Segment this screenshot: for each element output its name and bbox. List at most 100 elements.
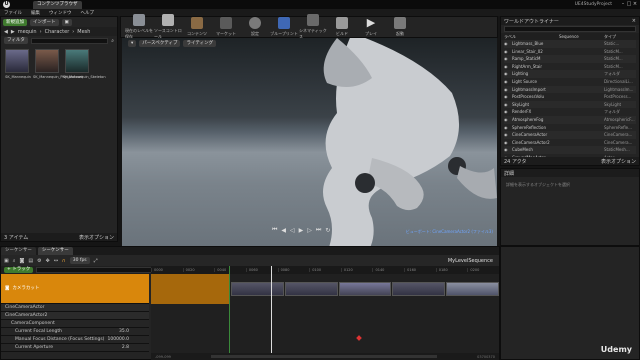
keyframe[interactable] (356, 335, 362, 341)
import-button[interactable]: インポート (30, 18, 59, 26)
asset-tile[interactable]: SK_Mannequin_Skeleton (63, 47, 106, 79)
column-header-label[interactable]: ラベル (504, 34, 559, 40)
menu-item-help[interactable]: ヘルプ (81, 10, 95, 16)
visibility-eye-icon[interactable]: ◉ (504, 101, 512, 109)
fps-selector[interactable]: 30 fps (69, 257, 90, 264)
outliner-row[interactable]: ◉ SkyLight SkyLight (504, 100, 636, 109)
visibility-eye-icon[interactable]: ◉ (504, 48, 512, 56)
visibility-eye-icon[interactable]: ◉ (504, 116, 512, 124)
save-all-button[interactable]: ▣ (61, 18, 72, 26)
visibility-eye-icon[interactable]: ◉ (504, 55, 512, 63)
close-icon[interactable]: × (632, 18, 636, 24)
build-button[interactable]: ビルド (328, 17, 356, 37)
tab-content-browser[interactable]: コンテンツブラウザ (33, 0, 82, 9)
add-track-button[interactable]: + トラック (4, 267, 34, 273)
back-icon[interactable]: ◀ (4, 29, 8, 35)
timeline-ruler[interactable]: 0000 0020 0040 0060 0080 0100 0120 0140 0160 0180… (151, 266, 499, 274)
outliner-row[interactable]: ◉ Linear_Stair_02 StaticM... (504, 48, 636, 56)
visibility-eye-icon[interactable]: ◉ (504, 78, 512, 86)
skip-end-icon[interactable]: ⏭ (316, 226, 321, 234)
reverse-play-icon[interactable]: ◁ (290, 227, 295, 234)
step-back-icon[interactable]: ◀ (281, 227, 286, 234)
play-button[interactable]: ▶ プレイ (357, 17, 385, 37)
outliner-row[interactable]: ◉ RenderFX フォルダ (504, 108, 636, 116)
view-range-start[interactable]: -099 (155, 355, 163, 359)
menu-item-window[interactable]: ウィンドウ (49, 10, 72, 16)
settings-button[interactable]: 設定 (241, 17, 269, 37)
outliner-row[interactable]: ◉ CineCameraActor2 CineCamera... (504, 139, 636, 147)
property-value[interactable]: 35.0 (119, 328, 129, 336)
search-input[interactable] (504, 26, 636, 32)
outliner-row[interactable]: ◉ Lightmass_Blue Static... (504, 40, 636, 48)
visibility-eye-icon[interactable]: ◉ (504, 124, 512, 132)
outliner-row[interactable]: ◉ LightmassImport LightmassIm... (504, 85, 636, 94)
visibility-eye-icon[interactable]: ◉ (504, 146, 512, 154)
loop-icon[interactable]: ↻ (325, 227, 330, 234)
filter-button[interactable]: フィルタ (4, 37, 28, 44)
tab-sequencer[interactable]: シーケンサー (37, 247, 73, 255)
add-new-button[interactable]: 新規追加 (3, 18, 27, 26)
column-header-type[interactable]: タイプ (604, 34, 616, 40)
outliner-row[interactable]: ◉ Light Source DirectionalLi... (504, 78, 636, 86)
save-icon[interactable]: ▣ (4, 258, 9, 264)
column-header-sequence[interactable]: Sequence (559, 34, 604, 39)
visibility-eye-icon[interactable]: ◉ (504, 70, 512, 78)
view-range-end[interactable]: 0370 (486, 355, 495, 359)
cinematics-button[interactable]: シネマティックス (299, 14, 327, 40)
view-options-button[interactable]: 表示オプション (79, 234, 114, 241)
camera-cut-section[interactable] (151, 274, 229, 304)
viewport-options-button[interactable]: ▾ (128, 40, 137, 47)
shot-thumbnail[interactable] (231, 282, 284, 296)
visibility-eye-icon[interactable]: ◉ (504, 93, 512, 101)
view-options-button[interactable]: 表示オプション (601, 158, 636, 165)
tab-world-outliner[interactable]: シーケンサー (1, 247, 36, 255)
property-value[interactable]: 2.8 (122, 344, 129, 352)
timeline-area[interactable]: 0000 0020 0040 0060 0080 0100 0120 0140 0160 0180… (151, 266, 499, 353)
settings-icon[interactable]: ⚙ (37, 258, 41, 264)
arrow-icon[interactable]: ↔ (54, 258, 58, 264)
close-icon[interactable]: × (632, 1, 638, 7)
shot-thumbnail[interactable] (338, 282, 392, 296)
perspective-button[interactable]: パースペクティブ (139, 40, 181, 47)
visibility-eye-icon[interactable]: ◉ (504, 63, 512, 71)
play-icon[interactable]: ▶ (299, 227, 304, 234)
search-input[interactable] (30, 37, 109, 44)
outliner-row[interactable]: ◉ Lighting フォルダ (504, 70, 636, 78)
viewport[interactable]: ▾ パースペクティブ ライティング ⏮ ◀ ◁ ▶ ▷ ⏭ ↻ ビューポート: … (122, 38, 497, 246)
menu-item-file[interactable]: ファイル (4, 10, 22, 16)
visibility-eye-icon[interactable]: ◉ (504, 131, 512, 139)
asset-tile[interactable]: SK_Mannequin_PhysicsAsset (33, 47, 83, 79)
lit-button[interactable]: ライティング (183, 40, 217, 47)
shot-thumbnail[interactable] (284, 282, 338, 296)
save-button[interactable]: 現在のレベルを保存 (125, 14, 153, 40)
playhead[interactable] (271, 266, 272, 353)
breadcrumb-item[interactable]: mequin (18, 29, 37, 35)
track-camera-cuts[interactable]: ◙ カメラカット (1, 274, 149, 304)
source-control-button[interactable]: ソースコントロール (154, 14, 182, 40)
step-forward-icon[interactable]: ▷ (307, 227, 312, 234)
track-property[interactable]: Current Aperture 2.8 (1, 344, 149, 352)
outliner-row[interactable]: ◉ AtmosphereFog AtmosphericF... (504, 115, 636, 124)
start-marker[interactable] (229, 266, 230, 353)
shot-thumbnail[interactable] (392, 282, 446, 296)
snap-icon[interactable]: ∩ (62, 258, 66, 264)
blueprints-button[interactable]: ブループリント (270, 17, 298, 37)
search-icon[interactable]: ⌕ (13, 258, 16, 264)
outliner-row[interactable]: ◉ Ramp_StaticM StaticM... (504, 55, 636, 63)
content-button[interactable]: コンテンツ (183, 17, 211, 37)
forward-icon[interactable]: ▶ (11, 29, 15, 35)
outliner-row[interactable]: ◉ SphereReflection SphereRefle... (504, 124, 636, 132)
outliner-row[interactable]: ◉ RightArm_Stair StaticM... (504, 63, 636, 71)
transform-icon[interactable]: ✥ (46, 258, 50, 264)
breadcrumb-item[interactable]: Mesh (77, 29, 90, 35)
camera-icon[interactable]: ◙ (20, 258, 25, 264)
breadcrumb-item[interactable]: Character (45, 29, 70, 35)
menu-item-edit[interactable]: 編集 (31, 10, 40, 16)
launch-button[interactable]: 起動 (386, 17, 414, 37)
property-value[interactable]: 100000.0 (108, 336, 129, 344)
visibility-eye-icon[interactable]: ◉ (504, 86, 512, 94)
working-range-end[interactable]: 0370 (477, 355, 486, 359)
working-range-start[interactable]: -099 (163, 355, 171, 359)
shot-thumbnail[interactable] (446, 282, 499, 296)
outliner-row[interactable]: ◉ PostProcessVolu PostProcess... (504, 93, 636, 101)
